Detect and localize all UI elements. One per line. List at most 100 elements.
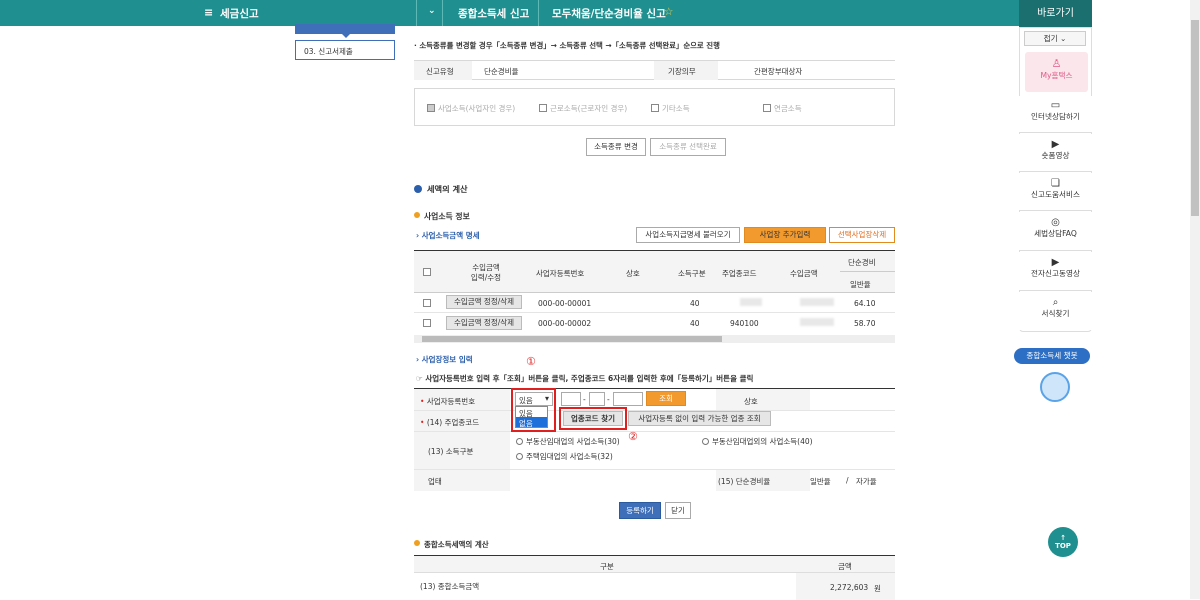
video-icon: ▶ (1051, 257, 1060, 268)
delete-business-button[interactable]: 선택사업장삭제 (829, 227, 895, 243)
section-biz-input: › 사업장정보 입력 (416, 355, 473, 364)
row-rate: 64.10 (854, 299, 876, 308)
rate-label: (15) 단순경비율 (718, 477, 771, 486)
income-type-wage[interactable]: 근로소득(근로자인 경우) (539, 103, 627, 114)
step-submit[interactable]: 03. 신고서제출 (295, 40, 395, 60)
arrow-up-icon: ↑ (1060, 534, 1066, 542)
section-biz-info: 사업소득 정보 (414, 211, 470, 222)
edit-amount-button[interactable]: 수입금액 정정/삭제 (446, 295, 522, 309)
col-simple-rate: 단순경비 (848, 258, 876, 267)
section-total: 종합소득세액의 계산 (414, 539, 489, 550)
load-statement-button[interactable]: 사업소득지급명세 불러오기 (636, 227, 740, 243)
menu-title[interactable]: 세금신고 (220, 6, 259, 21)
dash: - (583, 395, 586, 404)
change-income-button[interactable]: 소득종류 변경 (586, 138, 646, 156)
section-calc-title: 세액의 계산 (414, 183, 468, 195)
add-business-button[interactable]: 사업장 추가입력 (744, 227, 826, 243)
chatbot-button[interactable]: 종합소득세 챗봇 (1014, 348, 1090, 364)
online-consult-link[interactable]: ▭ 인터넷상담하기 (1019, 96, 1092, 133)
row-income-blurred (800, 318, 834, 326)
favorite-star-icon[interactable]: ☆ (664, 6, 673, 18)
total-table: 구분 금액 (13) 종합소득금액 2,272,603 원 (414, 555, 895, 600)
row-checkbox[interactable] (423, 319, 431, 327)
bookkeeping-value: 간편장부대상자 (754, 67, 803, 76)
user-icon: ♙ (1051, 57, 1062, 70)
col-trade: 상호 (626, 269, 640, 278)
col-income: 수입금액 (790, 269, 818, 278)
radio-rental[interactable]: 부동산임대업의 사업소득(30) (516, 436, 620, 447)
radio-housing[interactable]: 주택임대업의 사업소득(32) (516, 451, 613, 462)
row-checkbox[interactable] (423, 299, 431, 307)
instruction-text: ☞ 사업자등록번호 입력 후「조회」버튼을 클릭, 주업종코드 6자리를 입력한… (416, 374, 754, 383)
query-button[interactable]: 조회 (646, 391, 686, 406)
help-service-link[interactable]: ❏ 신고도움서비스 (1019, 173, 1092, 211)
rate-general: 일반율 (810, 477, 831, 486)
row-kind: 40 (690, 319, 700, 328)
income-type-other[interactable]: 기타소득 (651, 103, 690, 114)
edit-amount-button[interactable]: 수입금액 정정/삭제 (446, 316, 522, 330)
row-code: 940100 (730, 319, 759, 328)
top-nav-bar: ≡ 세금신고 ⌄ 종합소득세 신고 모두채움/단순경비율 신고 ☆ (0, 0, 1092, 26)
chevron-down-icon: ⌄ (1060, 34, 1067, 43)
step-active[interactable] (295, 24, 395, 34)
reg-part-2[interactable] (589, 392, 605, 406)
chevron-down-icon[interactable]: ⌄ (428, 6, 436, 16)
section-biz-amount: › 사업소득금액 명세 (416, 231, 480, 240)
quick-links-title: 바로가기 (1019, 0, 1092, 27)
form-search-label: 서식찾기 (1041, 309, 1070, 318)
step-arrow-icon (342, 34, 350, 38)
page-scrollbar[interactable] (1190, 0, 1200, 599)
faq-link[interactable]: ◎ 세법상담FAQ (1019, 212, 1092, 251)
breadcrumb-1[interactable]: 종합소득세 신고 (458, 6, 529, 21)
menu-icon[interactable]: ≡ (204, 6, 213, 19)
row-income-blurred (800, 298, 834, 306)
my-hometax-link[interactable]: ♙ My홈택스 (1025, 52, 1088, 92)
e-filing-video-link[interactable]: ▶ 전자신고동영상 (1019, 252, 1092, 291)
total-row-value: 2,272,603 (830, 583, 869, 592)
top-button[interactable]: ↑ TOP (1048, 527, 1078, 557)
reg-label: • 사업자등록번호 (420, 397, 476, 406)
lookup-industry-button[interactable]: 사업자등록 없이 입력 가능한 업종 조회 (628, 411, 771, 426)
table-h-scrollbar[interactable] (414, 335, 895, 343)
dash: - (607, 395, 610, 404)
fold-button[interactable]: 접기 ⌄ (1024, 31, 1086, 46)
total-col-amount: 금액 (838, 562, 852, 571)
complete-income-button[interactable]: 소득종류 선택완료 (650, 138, 726, 156)
marker-two: ② (628, 430, 638, 443)
my-hometax-label: My홈택스 (1040, 71, 1073, 80)
reg-part-1[interactable] (561, 392, 581, 406)
shortform-link[interactable]: ▶ 숏폼영상 (1019, 134, 1092, 172)
shortform-label: 숏폼영상 (1041, 151, 1070, 160)
col-general-rate: 일반율 (850, 280, 871, 289)
col-amount: 수입금액 입력/수정 (470, 263, 502, 282)
radio-non-rental[interactable]: 부동산임대업외의 사업소득(40) (702, 436, 813, 447)
income-type-business[interactable]: 사업소득(사업자인 경우) (427, 103, 515, 114)
total-row-label: (13) 종합소득금액 (420, 582, 480, 591)
col-kind: 소득구분 (678, 269, 706, 278)
report-type-label: 신고유형 (426, 67, 454, 76)
row-reg: 000-00-00001 (538, 299, 592, 308)
status-label: 업태 (428, 477, 442, 486)
search-icon: ⌕ (1052, 297, 1059, 308)
laptop-icon: ▭ (1050, 100, 1061, 111)
form-search-link[interactable]: ⌕ 서식찾기 (1019, 292, 1092, 330)
highlight-box-2 (559, 407, 627, 430)
book-icon: ❏ (1051, 178, 1060, 189)
marker-one: ① (526, 355, 536, 368)
code-label: • (14) 주업종코드 (420, 418, 480, 427)
row-kind: 40 (690, 299, 700, 308)
register-button[interactable]: 등록하기 (619, 502, 661, 519)
play-icon: ▶ (1051, 139, 1060, 150)
rate-own: 자가율 (856, 477, 877, 486)
breadcrumb-2[interactable]: 모두채움/단순경비율 신고 (552, 6, 666, 21)
bookkeeping-label: 기장의무 (668, 67, 696, 76)
reg-part-3[interactable] (613, 392, 643, 406)
trade-label: 상호 (744, 397, 758, 406)
close-button[interactable]: 닫기 (665, 502, 691, 519)
income-kind-label: (13) 소득구분 (428, 447, 474, 456)
select-all-checkbox[interactable] (423, 268, 431, 276)
row-reg: 000-00-00002 (538, 319, 592, 328)
income-type-pension[interactable]: 연금소득 (763, 103, 802, 114)
chatbot-mascot-icon[interactable] (1040, 372, 1070, 402)
row-rate: 58.70 (854, 319, 876, 328)
